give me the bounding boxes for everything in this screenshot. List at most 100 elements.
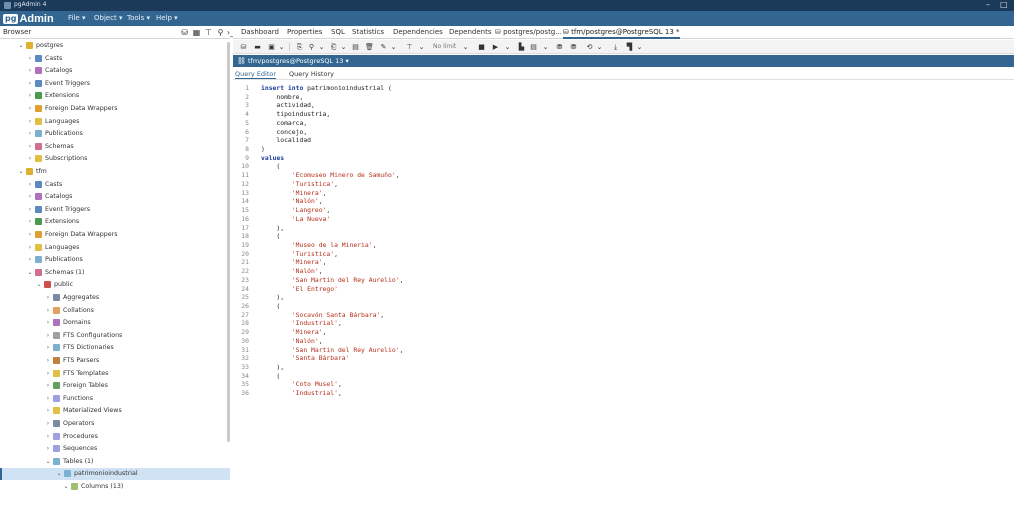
menu-tools[interactable]: Tools ▾ [127, 14, 150, 22]
tree-item[interactable]: › Event Triggers [0, 204, 230, 216]
execute-icon[interactable]: ▶ [491, 43, 500, 52]
connection-bar[interactable]: ⛓ tfm/postgres@PostgreSQL 13 ▾ [233, 55, 1014, 67]
chevron-down-icon[interactable]: ⌄ [18, 42, 24, 49]
tree-item[interactable]: ⌄ tfm [0, 166, 230, 178]
tab-dependents[interactable]: Dependents [449, 28, 491, 36]
tree-item[interactable]: ⌄ patrimonioindustrial [0, 468, 230, 481]
chevron-right-icon[interactable]: › [27, 55, 33, 62]
tab-query-editor[interactable]: Query Editor [235, 70, 277, 79]
open-file-icon[interactable]: ⛁ [239, 43, 248, 52]
chevron-right-icon[interactable]: › [45, 357, 51, 364]
save-icon[interactable]: ▣ [267, 43, 276, 52]
chevron-right-icon[interactable]: › [45, 332, 51, 339]
tree-item[interactable]: › Event Triggers [0, 78, 230, 90]
delete-icon[interactable]: 🗑 [365, 43, 374, 52]
commit-icon[interactable]: ⛃ [555, 43, 564, 52]
tree-item[interactable]: › Operators [0, 418, 230, 430]
tree-item[interactable]: › Foreign Data Wrappers [0, 103, 230, 115]
tree-item[interactable]: › Casts [0, 179, 230, 191]
chevron-right-icon[interactable]: › [27, 118, 33, 125]
filter-icon[interactable]: ⊤ [405, 43, 414, 52]
tree-item[interactable]: › Subscriptions [0, 153, 230, 165]
graph-dropdown-icon[interactable]: ⌄ [635, 43, 644, 52]
chevron-right-icon[interactable]: › [45, 344, 51, 351]
tree-item[interactable]: › FTS Configurations [0, 330, 230, 342]
chevron-right-icon[interactable]: › [27, 130, 33, 137]
tree-item[interactable]: ⌄ Schemas (1) [0, 267, 230, 279]
sql-code-editor[interactable]: 1 insert into patrimonioindustrial (2 nom… [233, 80, 1014, 513]
tree-item[interactable]: › Domains [0, 317, 230, 329]
tab-properties[interactable]: Properties [287, 28, 322, 36]
tree-item[interactable]: › Languages [0, 116, 230, 128]
chevron-down-icon[interactable]: ⌄ [27, 269, 33, 276]
tree-item[interactable]: › Catalogs [0, 65, 230, 77]
tree-item[interactable]: › Collations [0, 305, 230, 317]
chevron-down-icon[interactable]: ⌄ [18, 168, 24, 175]
chevron-right-icon[interactable]: › [27, 231, 33, 238]
explain-icon[interactable]: ▙ [517, 43, 526, 52]
chevron-right-icon[interactable]: › [45, 420, 51, 427]
tree-item[interactable]: › Procedures [0, 431, 230, 443]
copy-icon[interactable]: ⎘ [295, 43, 304, 52]
graph-icon[interactable]: ▜ [625, 43, 634, 52]
tree-item[interactable]: ⌄ Columns (13) [0, 481, 230, 493]
chevron-down-icon[interactable]: ⌄ [45, 458, 51, 465]
edit-icon[interactable]: ✎ [379, 43, 388, 52]
filter-dropdown-icon[interactable]: ⌄ [417, 43, 426, 52]
find-dropdown-icon[interactable]: ⌄ [317, 43, 326, 52]
tree-item[interactable]: › Publications [0, 128, 230, 140]
filter-rows-icon[interactable]: ⊤ [204, 28, 213, 37]
chevron-right-icon[interactable]: › [45, 294, 51, 301]
tree-item[interactable]: › Materialized Views [0, 405, 230, 417]
chevron-right-icon[interactable]: › [45, 307, 51, 314]
macros-dropdown-icon[interactable]: ⌄ [595, 43, 604, 52]
chevron-down-icon[interactable]: ⌄ [63, 483, 69, 490]
tree-scrollbar[interactable] [227, 42, 230, 442]
tree-item[interactable]: › Extensions [0, 216, 230, 228]
tree-item[interactable]: › Casts [0, 53, 230, 65]
chevron-right-icon[interactable]: › [27, 181, 33, 188]
row-limit-select[interactable]: No limit [433, 43, 456, 50]
paste-row-icon[interactable]: ▤ [351, 43, 360, 52]
tab-statistics[interactable]: Statistics [352, 28, 384, 36]
open-folder-icon[interactable]: ▬ [253, 43, 262, 52]
tree-item[interactable]: › FTS Templates [0, 368, 230, 380]
paste-dropdown-icon[interactable]: ⌄ [339, 43, 348, 52]
chevron-right-icon[interactable]: › [27, 143, 33, 150]
chevron-right-icon[interactable]: › [45, 370, 51, 377]
row-limit-dropdown-icon[interactable]: ⌄ [461, 43, 470, 52]
view-data-icon[interactable]: ▦ [192, 28, 201, 37]
chevron-right-icon[interactable]: › [27, 67, 33, 74]
save-dropdown-icon[interactable]: ⌄ [277, 43, 286, 52]
tree-item[interactable]: › Sequences [0, 443, 230, 455]
tree-item[interactable]: ⌄ postgres [0, 40, 230, 52]
menu-file[interactable]: File ▾ [68, 14, 85, 22]
tab-query-tool-postgres[interactable]: ⛁ postgres/postg... [495, 28, 562, 36]
chevron-right-icon[interactable]: › [45, 433, 51, 440]
chevron-down-icon[interactable]: ⌄ [56, 470, 62, 477]
chevron-down-icon[interactable]: ⌄ [36, 281, 42, 288]
chevron-right-icon[interactable]: › [45, 445, 51, 452]
find-icon[interactable]: ⚲ [307, 43, 316, 52]
tree-item[interactable]: › Languages [0, 242, 230, 254]
tree-item[interactable]: › Functions [0, 393, 230, 405]
connection-label[interactable]: tfm/postgres@PostgreSQL 13 ▾ [248, 57, 349, 65]
explain-dropdown-icon[interactable]: ⌄ [541, 43, 550, 52]
macros-icon[interactable]: ⟲ [585, 43, 594, 52]
chevron-right-icon[interactable]: › [27, 80, 33, 87]
chevron-right-icon[interactable]: › [27, 218, 33, 225]
download-icon[interactable]: ⤓ [611, 43, 620, 52]
chevron-right-icon[interactable]: › [45, 407, 51, 414]
chevron-right-icon[interactable]: › [45, 319, 51, 326]
execute-dropdown-icon[interactable]: ⌄ [503, 43, 512, 52]
tree-item[interactable]: › Aggregates [0, 292, 230, 304]
rollback-icon[interactable]: ⛃ [569, 43, 578, 52]
tree-item[interactable]: ⌄ Tables (1) [0, 456, 230, 468]
chevron-right-icon[interactable]: › [27, 244, 33, 251]
chevron-right-icon[interactable]: › [45, 382, 51, 389]
tree-item[interactable]: › Catalogs [0, 191, 230, 203]
chevron-right-icon[interactable]: › [27, 105, 33, 112]
tab-dashboard[interactable]: Dashboard [241, 28, 279, 36]
minimize-button[interactable]: – [986, 0, 990, 9]
menu-object[interactable]: Object ▾ [94, 14, 123, 22]
